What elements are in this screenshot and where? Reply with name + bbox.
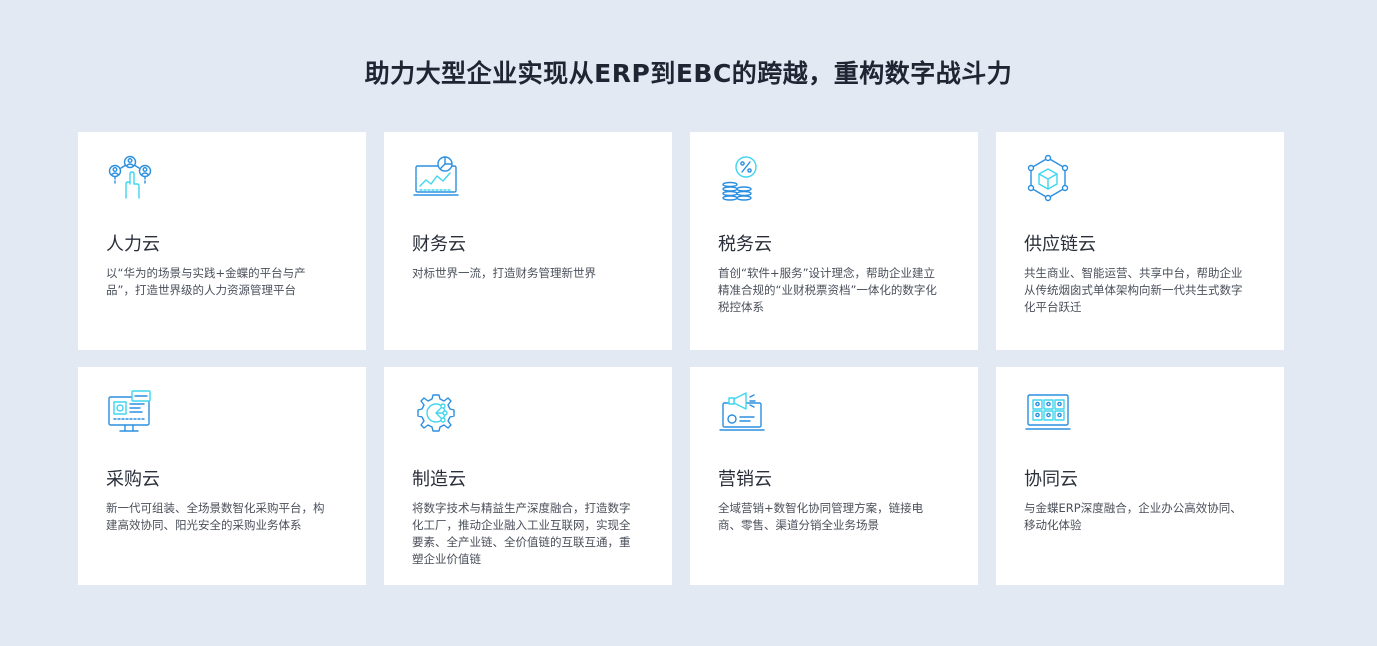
card-title: 供应链云 xyxy=(1024,234,1096,255)
card-procurement-cloud[interactable]: 采购云 新一代可组装、全场景数智化采购平台，构建高效协同、阳光安全的采购业务体系 xyxy=(78,367,366,585)
coins-percent-icon xyxy=(718,154,766,202)
card-finance-cloud[interactable]: 财务云 对标世界一流，打造财务管理新世界 xyxy=(384,132,672,350)
card-title: 协同云 xyxy=(1024,469,1078,490)
card-title: 税务云 xyxy=(718,234,772,255)
card-description: 全域营销+数智化协同管理方案，链接电商、零售、渠道分销全业务场景 xyxy=(718,501,924,532)
card-description: 新一代可组装、全场景数智化采购平台，构建高效协同、阳光安全的采购业务体系 xyxy=(106,501,325,532)
network-cube-icon xyxy=(1024,154,1072,202)
page-title: 助力大型企业实现从ERP到EBC的跨越，重构数字战斗力 xyxy=(364,59,1013,88)
card-description: 以“华为的场景与实践+金蝶的平台与产品”，打造世界级的人力资源管理平台 xyxy=(106,266,306,297)
video-meeting-icon xyxy=(1024,389,1072,437)
card-description: 与金蝶ERP深度融合，企业办公高效协同、移动化体验 xyxy=(1024,501,1242,532)
card-description: 对标世界一流，打造财务管理新世界 xyxy=(412,266,596,280)
card-description: 共生商业、智能运营、共享中台，帮助企业从传统烟囱式单体架构向新一代共生式数字化平… xyxy=(1024,266,1243,314)
laptop-chart-icon xyxy=(412,154,460,202)
card-tax-cloud[interactable]: 税务云 首创“软件+服务”设计理念，帮助企业建立精准合规的“业财税票资档”一体化… xyxy=(690,132,978,350)
monitor-dashboard-icon xyxy=(106,389,154,437)
card-title: 财务云 xyxy=(412,234,466,255)
laptop-megaphone-icon xyxy=(718,389,766,437)
card-title: 采购云 xyxy=(106,469,160,490)
card-description: 将数字技术与精益生产深度融合，打造数字化工厂，推动企业融入工业互联网，实现全要素… xyxy=(412,501,631,566)
card-title: 人力云 xyxy=(106,234,160,255)
card-supply-chain-cloud[interactable]: 供应链云 共生商业、智能运营、共享中台，帮助企业从传统烟囱式单体架构向新一代共生… xyxy=(996,132,1284,350)
card-manufacturing-cloud[interactable]: 制造云 将数字技术与精益生产深度融合，打造数字化工厂，推动企业融入工业互联网，实… xyxy=(384,367,672,585)
card-marketing-cloud[interactable]: 营销云 全域营销+数智化协同管理方案，链接电商、零售、渠道分销全业务场景 xyxy=(690,367,978,585)
card-description: 首创“软件+服务”设计理念，帮助企业建立精准合规的“业财税票资档”一体化的数字化… xyxy=(718,266,937,314)
card-hr-cloud[interactable]: 人力云 以“华为的场景与实践+金蝶的平台与产品”，打造世界级的人力资源管理平台 xyxy=(78,132,366,350)
card-title: 营销云 xyxy=(718,469,772,490)
product-card-grid: 人力云 以“华为的场景与实践+金蝶的平台与产品”，打造世界级的人力资源管理平台 … xyxy=(78,132,1284,585)
people-network-icon xyxy=(106,154,154,202)
card-collaboration-cloud[interactable]: 协同云 与金蝶ERP深度融合，企业办公高效协同、移动化体验 xyxy=(996,367,1284,585)
gear-nodes-icon xyxy=(412,389,460,437)
card-title: 制造云 xyxy=(412,469,466,490)
